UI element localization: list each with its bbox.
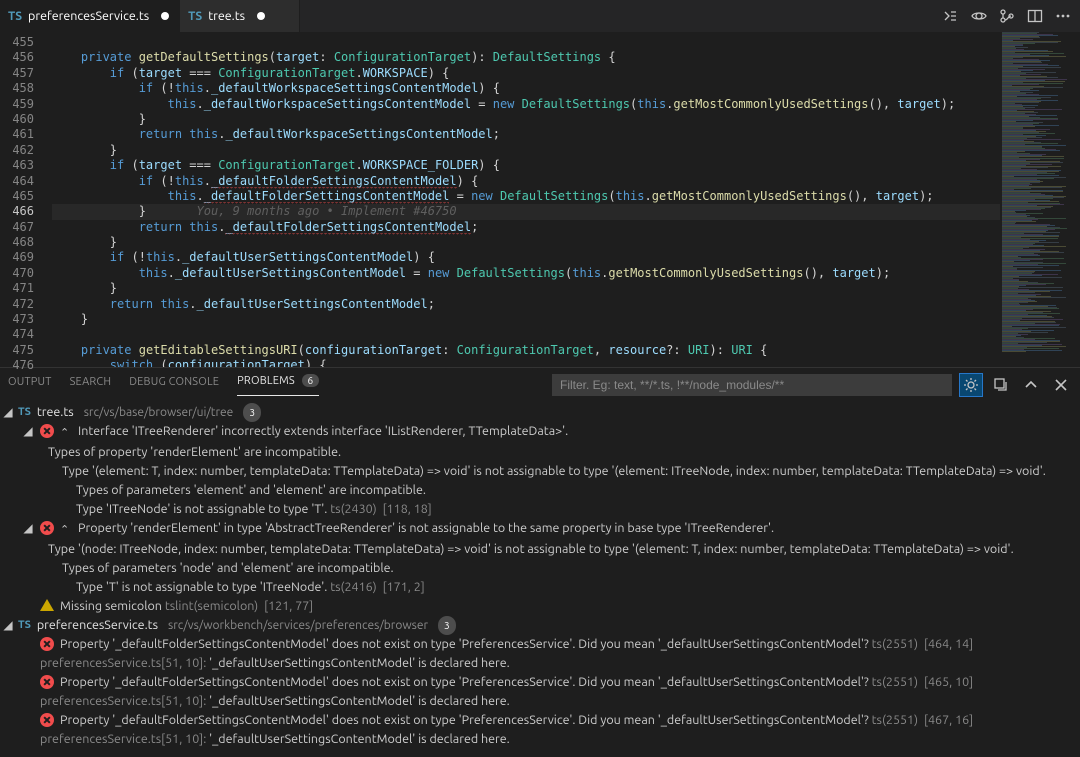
error-icon xyxy=(40,675,54,689)
twisty-icon[interactable]: ◢ xyxy=(2,403,14,422)
related-info[interactable]: preferencesService.ts[51, 10]: '_default… xyxy=(0,654,1080,673)
file-path: src/vs/base/browser/ui/tree xyxy=(84,403,234,422)
compare-icon[interactable] xyxy=(942,7,960,25)
problem-message: Interface 'ITreeRenderer' incorrectly ex… xyxy=(78,422,568,441)
problems-file-row[interactable]: ◢TS tree.ts src/vs/base/browser/ui/tree 3 xyxy=(0,403,1080,422)
tabs-left: TS preferencesService.ts TS tree.ts xyxy=(0,0,300,32)
split-editor-icon[interactable] xyxy=(1026,7,1044,25)
related-info[interactable]: preferencesService.ts[51, 10]: '_default… xyxy=(0,730,1080,749)
file-name: preferencesService.ts xyxy=(37,616,158,635)
editor-area[interactable]: 4554564574584594604614624634644654664674… xyxy=(0,32,1080,367)
dirty-indicator-icon xyxy=(161,12,169,20)
tab-label: tree.ts xyxy=(208,9,245,23)
editor-tabs-bar: TS preferencesService.ts TS tree.ts xyxy=(0,0,1080,32)
problem-message: Property 'renderElement' in type 'Abstra… xyxy=(78,519,774,538)
problems-tree[interactable]: ◢TStree.tssrc/vs/base/browser/ui/tree3◢⌃… xyxy=(0,401,1080,757)
chevron-up-icon[interactable]: ⌃ xyxy=(60,521,72,540)
problem-message: Missing semicolon tslint(semicolon)[121,… xyxy=(60,597,313,616)
line-number-gutter: 4554564574584594604614624634644654664674… xyxy=(0,32,52,367)
tab-tree[interactable]: TS tree.ts xyxy=(180,0,300,32)
panel-actions xyxy=(960,374,1072,396)
error-code: ts(2551) xyxy=(872,713,918,727)
file-problem-count: 3 xyxy=(438,616,456,635)
problem-message: Property '_defaultFolderSettingsContentM… xyxy=(60,635,973,654)
problem-detail: Type 'ITreeNode' is not assignable to ty… xyxy=(0,500,1080,519)
error-icon xyxy=(40,713,54,727)
chevron-up-icon[interactable] xyxy=(1020,374,1042,396)
error-code: ts(2551) xyxy=(872,637,918,651)
problem-detail: Types of parameters 'element' and 'eleme… xyxy=(0,481,1080,500)
related-info[interactable]: preferencesService.ts[51, 10]: '_default… xyxy=(0,692,1080,711)
problem-detail: Types of property 'renderElement' are in… xyxy=(0,443,1080,462)
typescript-icon: TS xyxy=(8,10,22,23)
panel-tab-label: PROBLEMS xyxy=(237,375,295,387)
problem-detail: Type 'T' is not assignable to type 'ITre… xyxy=(0,578,1080,597)
problem-message: Property '_defaultFolderSettingsContentM… xyxy=(60,711,973,730)
problem-message: Property '_defaultFolderSettingsContentM… xyxy=(60,673,973,692)
problems-file-row[interactable]: ◢TS preferencesService.ts src/vs/workbench… xyxy=(0,616,1080,635)
tab-label: preferencesService.ts xyxy=(28,9,149,23)
twisty-icon[interactable]: ◢ xyxy=(2,616,14,635)
panel-tabs-left: OUTPUT SEARCH DEBUG CONSOLE PROBLEMS 6 xyxy=(8,373,319,396)
problem-row[interactable]: Property '_defaultFolderSettingsContentM… xyxy=(0,635,1080,654)
panel-tab-debug-console[interactable]: DEBUG CONSOLE xyxy=(129,374,219,396)
problem-row[interactable]: Property '_defaultFolderSettingsContentM… xyxy=(0,711,1080,730)
panel-tabs: OUTPUT SEARCH DEBUG CONSOLE PROBLEMS 6 xyxy=(0,368,1080,401)
problem-detail: Type '(node: ITreeNode, index: number, t… xyxy=(0,540,1080,559)
problem-row[interactable]: ◢ ⌃ Interface 'ITreeRenderer' incorrectly … xyxy=(0,422,1080,443)
error-icon xyxy=(40,637,54,651)
error-icon xyxy=(40,424,54,438)
problem-row[interactable]: ◢ ⌃ Property 'renderElement' in type 'Abst… xyxy=(0,519,1080,540)
minimap[interactable] xyxy=(1000,32,1080,367)
panel-tab-output[interactable]: OUTPUT xyxy=(8,374,52,396)
twisty-icon[interactable]: ◢ xyxy=(22,519,34,538)
typescript-icon: TS xyxy=(18,403,31,422)
chevron-up-icon[interactable]: ⌃ xyxy=(60,424,72,443)
more-icon[interactable] xyxy=(1054,7,1072,25)
collapse-all-icon[interactable] xyxy=(990,374,1012,396)
error-location: [467, 16] xyxy=(924,713,973,727)
error-location: [465, 10] xyxy=(924,675,973,689)
problem-row[interactable]: Missing semicolon tslint(semicolon)[121,… xyxy=(0,597,1080,616)
panel-tab-problems[interactable]: PROBLEMS 6 xyxy=(237,373,319,396)
tab-preferencesService[interactable]: TS preferencesService.ts xyxy=(0,0,180,32)
error-icon xyxy=(40,521,54,535)
panel-tab-search[interactable]: SEARCH xyxy=(70,374,112,396)
problems-filter-input[interactable] xyxy=(552,374,952,396)
error-location: [121, 77] xyxy=(264,599,313,613)
file-problem-count: 3 xyxy=(243,403,261,422)
bottom-panel: OUTPUT SEARCH DEBUG CONSOLE PROBLEMS 6 ◢… xyxy=(0,367,1080,757)
file-name: tree.ts xyxy=(37,403,74,422)
filter-settings-icon[interactable] xyxy=(960,374,982,396)
file-path: src/vs/workbench/services/preferences/br… xyxy=(168,616,428,635)
source-control-icon[interactable] xyxy=(998,7,1016,25)
warning-icon xyxy=(40,599,54,611)
problem-detail: Type '(element: T, index: number, templa… xyxy=(0,462,1080,481)
dirty-indicator-icon xyxy=(257,12,265,20)
error-code: tslint(semicolon) xyxy=(165,599,258,613)
problem-row[interactable]: Property '_defaultFolderSettingsContentM… xyxy=(0,673,1080,692)
error-location: [464, 14] xyxy=(924,637,973,651)
problem-detail: Types of parameters 'node' and 'element'… xyxy=(0,559,1080,578)
editor-title-actions xyxy=(934,0,1080,32)
error-code: ts(2551) xyxy=(872,675,918,689)
problems-count-badge: 6 xyxy=(302,374,320,387)
typescript-icon: TS xyxy=(18,616,31,635)
typescript-icon: TS xyxy=(188,10,202,23)
twisty-icon[interactable]: ◢ xyxy=(22,422,34,441)
preview-icon[interactable] xyxy=(970,7,988,25)
code-content[interactable]: private getDefaultSettings(target: Confi… xyxy=(52,32,1000,367)
close-icon[interactable] xyxy=(1050,374,1072,396)
